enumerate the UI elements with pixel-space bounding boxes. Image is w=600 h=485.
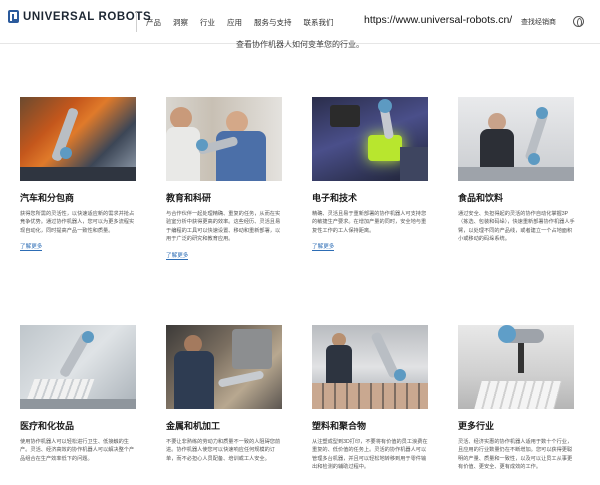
card-description: 精确、灵活且易于重新部署的协作机器人可支持您的敏捷生产要求。在增加产量的同时，安…: [312, 211, 427, 234]
industry-card-electronics: 电子和技术 精确、灵活且易于重新部署的协作机器人可支持您的敏捷生产要求。在增加产…: [312, 97, 430, 253]
card-description: 获得您所需的灵活性，以快速适应新的需求并抢占竞争优势。通过协作机器人，您可以为更…: [20, 211, 135, 234]
nav-item-service-support[interactable]: 服务与支持: [254, 17, 292, 28]
more-industries-image[interactable]: [458, 325, 574, 409]
automotive-image[interactable]: [20, 97, 136, 181]
card-title: 食品和饮料: [458, 193, 504, 203]
card-title: 汽车和分包商: [20, 193, 75, 203]
learn-more-link[interactable]: 了解更多: [312, 242, 335, 252]
metal-machining-image[interactable]: [166, 325, 282, 409]
learn-more-link[interactable]: 了解更多: [20, 242, 43, 252]
main-nav: 产品 洞察 行业 应用 服务与支持 联系我们: [146, 17, 334, 28]
industry-card-medical-cosmetics: 医疗和化妆品 使用协作机器人可以轻松进行卫生、低接触的生产。灵活、经济高效的协作…: [20, 325, 138, 463]
card-description: 从注塑成型到3D打印，不要将有价值的员工浪费在重复的、低价值的任务上。灵活的协作…: [312, 439, 428, 471]
nav-item-products[interactable]: 产品: [146, 17, 161, 28]
industry-card-food-beverage: 食品和饮料 通过安全、负担得起的灵活的协作自动化掌握3P（拣选、包装和码垛），快…: [458, 97, 576, 244]
nav-item-insights[interactable]: 洞察: [173, 17, 188, 28]
universal-robots-logo[interactable]: UNIVERSAL ROBOTS: [8, 10, 151, 23]
intro-text: 查看协作机器人如何变革您的行业。: [236, 40, 364, 49]
learn-more-link[interactable]: 了解更多: [166, 251, 189, 260]
card-title: 塑料和聚合物: [312, 421, 367, 431]
industry-card-metal-machining: 金属和机加工 不要让非熟练的劳动力和质量不一致的人阻碍您前进。协作机器人使您可以…: [166, 325, 284, 463]
medical-cosmetics-image[interactable]: [20, 325, 136, 409]
industry-card-automotive: 汽车和分包商 获得您所需的灵活性，以快速适应新的需求并抢占竞争优势。通过协作机器…: [20, 97, 138, 253]
card-description: 不要让非熟练的劳动力和质量不一致的人阻碍您前进。协作机器人使您可以快速响应任何规…: [166, 439, 281, 462]
card-description: 与合作伙伴一起处理精确、重复的任务，从而在实验室分析中获得更高的效率。这些经历、…: [166, 211, 281, 243]
plastics-polymers-image[interactable]: [312, 325, 428, 409]
card-title: 更多行业: [458, 421, 495, 431]
ur-logo-icon: [8, 10, 19, 23]
logo-text: UNIVERSAL ROBOTS: [23, 10, 152, 23]
card-description: 通过安全、负担得起的灵活的协作自动化掌握3P（拣选、包装和码垛），快速重新部署协…: [458, 211, 575, 243]
food-beverage-image[interactable]: [458, 97, 574, 181]
industry-card-more-industries: 更多行业 灵活、经济实惠的协作机器人适用于数十个行业，且应用的行业数量仍在不断增…: [458, 325, 576, 472]
electronics-image[interactable]: [312, 97, 428, 181]
card-title: 电子和技术: [312, 193, 358, 203]
card-title: 教育和科研: [166, 193, 212, 203]
top-navigation-bar: UNIVERSAL ROBOTS 产品 洞察 行业 应用 服务与支持 联系我们 …: [0, 0, 600, 44]
card-title: 金属和机加工: [166, 421, 221, 431]
nav-item-contact[interactable]: 联系我们: [304, 17, 334, 28]
education-image[interactable]: [166, 97, 282, 181]
card-description: 使用协作机器人可以轻松进行卫生、低接触的生产。灵活、经济高效的协作机器人可以解决…: [20, 439, 135, 462]
industry-card-plastics-polymers: 塑料和聚合物 从注塑成型到3D打印，不要将有价值的员工浪费在重复的、低价值的任务…: [312, 325, 430, 472]
nav-item-applications[interactable]: 应用: [227, 17, 242, 28]
globe-icon[interactable]: [573, 16, 584, 27]
url-text: https://www.universal-robots.cn/: [364, 14, 513, 26]
header-divider: [136, 12, 137, 32]
card-description: 灵活、经济实惠的协作机器人适用于数十个行业，且应用的行业数量仍在不断增加。您可以…: [458, 439, 573, 471]
find-dealer-link[interactable]: 查找经销商: [521, 17, 556, 27]
card-title: 医疗和化妆品: [20, 421, 75, 431]
nav-item-industries[interactable]: 行业: [200, 17, 215, 28]
industry-card-education: 教育和科研 与合作伙伴一起处理精确、重复的任务，从而在实验室分析中获得更高的效率…: [166, 97, 284, 262]
